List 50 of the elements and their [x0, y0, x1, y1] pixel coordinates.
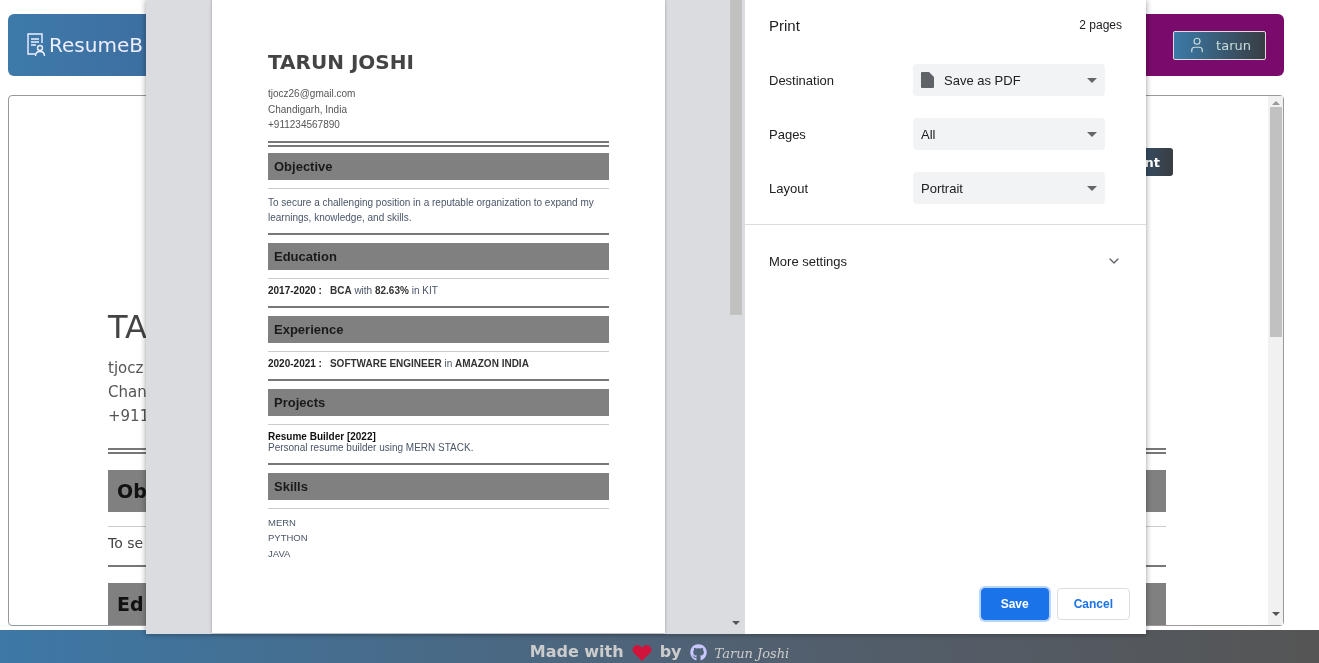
contact-line: +911234567890	[268, 118, 341, 132]
caret-icon	[1087, 185, 1097, 191]
setting-label: Pages	[769, 126, 807, 142]
section-heading: Projects	[268, 388, 609, 416]
footer-text: Made with	[529, 642, 624, 661]
footer-text: by	[659, 642, 682, 661]
document-icon	[921, 72, 934, 88]
section-heading: Skills	[268, 472, 609, 500]
entry-years: 2017-2020 :	[268, 284, 322, 296]
setting-label: Destination	[769, 72, 836, 88]
section-text: To se	[108, 534, 145, 553]
contact-line: tjocz26@gmail.com	[268, 87, 357, 101]
dialog-title: Print	[769, 16, 800, 34]
scroll-down-icon[interactable]	[731, 621, 740, 625]
cancel-button[interactable]: Cancel	[1056, 588, 1130, 620]
page-count: 2 pages	[1079, 18, 1122, 32]
save-button[interactable]: Save	[980, 588, 1049, 620]
skill-item: MERN	[268, 515, 297, 530]
section-heading: Objective	[268, 152, 609, 180]
resume-name: TA	[108, 308, 148, 346]
setting-select[interactable]: Portrait	[913, 172, 1105, 204]
setting-label: Layout	[769, 180, 810, 196]
section-heading: Experience	[268, 315, 609, 343]
contact-line: tjocz	[108, 358, 145, 380]
author-link[interactable]: Tarun Joshi	[714, 646, 790, 661]
section-heading: Education	[268, 242, 609, 270]
scroll-down-icon[interactable]	[1271, 612, 1280, 616]
entry-years: 2020-2021 :	[268, 357, 322, 369]
contact-line: +911	[108, 406, 146, 428]
scroll-up-icon[interactable]	[1271, 101, 1280, 105]
heart-icon	[631, 645, 652, 661]
user-button[interactable]: tarun	[1173, 30, 1266, 60]
entry-text: SOFTWARE ENGINEER in AMAZON INDIA	[329, 357, 529, 369]
skill-item: PYTHON	[268, 531, 309, 545]
contact-line: Chandigarh, India	[268, 102, 348, 117]
entry-text: BCA with 82.63% in KIT	[329, 284, 438, 296]
resume-icon	[26, 33, 46, 57]
skill-item: JAVA	[268, 546, 292, 561]
contact-line: Chan	[108, 382, 146, 404]
scrollbar[interactable]	[1268, 96, 1283, 625]
brand-name[interactable]: ResumeB	[49, 33, 143, 57]
more-settings[interactable]: More settings	[745, 225, 1146, 297]
objective-text: To secure a challenging position in a reputable organization to expand my learnings, knowledge, and skills.	[268, 195, 595, 225]
github-icon	[689, 644, 707, 661]
caret-icon	[1087, 131, 1097, 137]
preview-name: TARUN JOSHI	[268, 50, 415, 74]
project-title: Resume Builder [2022]	[268, 429, 377, 442]
project-description: Personal resume builder using MERN STACK.	[268, 441, 475, 455]
setting-select[interactable]: All	[913, 118, 1105, 150]
setting-select[interactable]: Save as PDF	[913, 64, 1105, 96]
